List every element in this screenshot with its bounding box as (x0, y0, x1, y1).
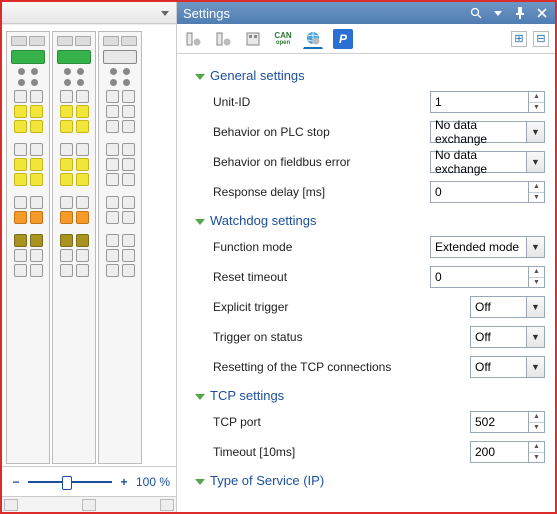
group-tos[interactable]: Type of Service (IP) (195, 473, 545, 488)
zoom-slider[interactable] (28, 481, 112, 483)
reset-timeout-input[interactable]: 0 (430, 266, 529, 288)
toolbar-dropdown-icon[interactable] (158, 6, 172, 20)
io-slot[interactable] (6, 31, 50, 464)
panel-title: Settings (183, 6, 230, 21)
dropdown-icon[interactable]: ▼ (527, 236, 545, 258)
setting-label: Behavior on PLC stop (213, 125, 422, 139)
trigger-status-select[interactable]: Off (470, 326, 527, 348)
zoom-out-button[interactable]: − (8, 475, 24, 489)
scroll-right-button[interactable] (82, 499, 96, 511)
status-led-icon (57, 50, 91, 64)
settings-scroll-area[interactable]: General settings Unit-ID 1▲▼ Behavior on… (177, 54, 555, 512)
settings-panel: Settings CANopen P ⊞ ⊟ (177, 2, 555, 512)
setting-label: Resetting of the TCP connections (213, 360, 462, 374)
group-watchdog[interactable]: Watchdog settings (195, 213, 545, 228)
collapse-icon (195, 394, 205, 400)
group-title: Type of Service (IP) (210, 473, 324, 488)
fieldbus-error-select[interactable]: No data exchange (430, 151, 527, 173)
collapse-icon (195, 479, 205, 485)
tcp-timeout-input[interactable]: 200 (470, 441, 529, 463)
status-led-icon (103, 50, 137, 64)
dropdown-icon[interactable]: ▼ (527, 151, 545, 173)
group-tcp[interactable]: TCP settings (195, 388, 545, 403)
setting-label: Behavior on fieldbus error (213, 155, 422, 169)
setting-label: Reset timeout (213, 270, 422, 284)
module-rack-view[interactable] (2, 24, 176, 466)
p-icon[interactable]: P (333, 29, 353, 49)
io-slot[interactable] (98, 31, 142, 464)
hardware-view-pane: − + 100 % (2, 2, 177, 512)
spinner-buttons[interactable]: ▲▼ (529, 411, 545, 433)
setting-label: Unit-ID (213, 95, 422, 109)
explicit-trigger-select[interactable]: Off (470, 296, 527, 318)
status-led-icon (11, 50, 45, 64)
setting-label: Explicit trigger (213, 300, 462, 314)
setting-label: Response delay [ms] (213, 185, 422, 199)
collapse-icon (195, 74, 205, 80)
group-general[interactable]: General settings (195, 68, 545, 83)
pin-icon[interactable] (513, 6, 527, 20)
io-slot[interactable] (52, 31, 96, 464)
chevron-down-icon[interactable] (491, 6, 505, 20)
setting-label: TCP port (213, 415, 462, 429)
module-settings-icon[interactable] (183, 29, 203, 49)
search-icon[interactable] (469, 6, 483, 20)
settings-titlebar: Settings (177, 2, 555, 24)
horizontal-scrollbar[interactable] (2, 496, 176, 512)
zoom-value: 100 % (136, 475, 170, 489)
io-icon[interactable] (243, 29, 263, 49)
tcp-port-input[interactable]: 502 (470, 411, 529, 433)
collapse-icon (195, 219, 205, 225)
response-delay-input[interactable]: 0 (430, 181, 529, 203)
zoom-bar: − + 100 % (2, 466, 176, 496)
unit-id-input[interactable]: 1 (430, 91, 529, 113)
group-title: General settings (210, 68, 305, 83)
function-mode-select[interactable]: Extended mode (430, 236, 527, 258)
dropdown-icon[interactable]: ▼ (527, 121, 545, 143)
scroll-left-button[interactable] (4, 499, 18, 511)
can-icon[interactable]: CANopen (273, 29, 293, 49)
group-title: TCP settings (210, 388, 284, 403)
dropdown-icon[interactable]: ▼ (527, 356, 545, 378)
scroll-grip-icon[interactable] (160, 499, 174, 511)
spinner-buttons[interactable]: ▲▼ (529, 441, 545, 463)
collapse-all-button[interactable]: ⊟ (533, 31, 549, 47)
spinner-buttons[interactable]: ▲▼ (529, 91, 545, 113)
settings-tabbar: CANopen P ⊞ ⊟ (177, 24, 555, 54)
setting-label: Function mode (213, 240, 422, 254)
dropdown-icon[interactable]: ▼ (527, 296, 545, 318)
spinner-buttons[interactable]: ▲▼ (529, 181, 545, 203)
globe-icon[interactable] (303, 29, 323, 49)
hardware-toolbar (2, 2, 176, 24)
module-config-icon[interactable] (213, 29, 233, 49)
setting-label: Timeout [10ms] (213, 445, 462, 459)
setting-label: Trigger on status (213, 330, 462, 344)
spinner-buttons[interactable]: ▲▼ (529, 266, 545, 288)
expand-all-button[interactable]: ⊞ (511, 31, 527, 47)
close-icon[interactable] (535, 6, 549, 20)
group-title: Watchdog settings (210, 213, 316, 228)
plc-stop-select[interactable]: No data exchange (430, 121, 527, 143)
zoom-in-button[interactable]: + (116, 475, 132, 489)
reset-tcp-select[interactable]: Off (470, 356, 527, 378)
dropdown-icon[interactable]: ▼ (527, 326, 545, 348)
